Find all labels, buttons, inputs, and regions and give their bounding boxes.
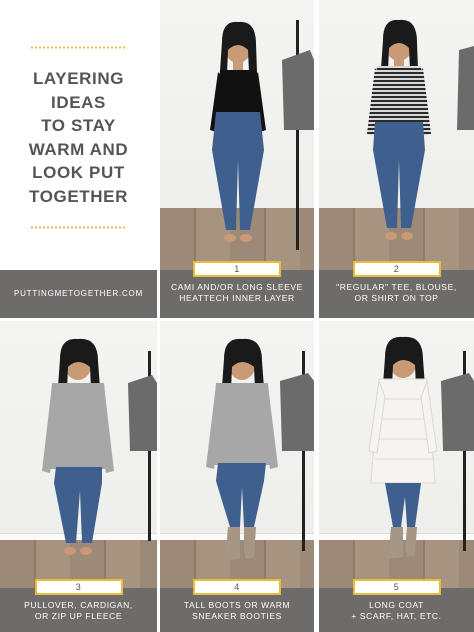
outfit-1-figure [210,20,314,250]
step-number-badge: 4 [193,579,281,595]
step-3-caption: 3 PULLOVER, CARDIGAN, OR ZIP UP FLEECE [0,579,157,632]
caption-line: CAMI AND/OR LONG SLEEVE [171,282,303,292]
step-5-panel: 5 LONG COAT + SCARF, HAT, ETC. [319,321,474,632]
step-4-panel: 4 TALL BOOTS OR WARM SNEAKER BOOTIES [160,321,314,632]
caption-line: OR SHIRT ON TOP [354,293,439,303]
step-4-caption: 4 TALL BOOTS OR WARM SNEAKER BOOTIES [160,579,314,632]
step-5-caption: 5 LONG COAT + SCARF, HAT, ETC. [319,579,474,632]
step-number-badge: 5 [352,579,441,595]
title-block: LAYERING IDEAS TO STAY WARM AND LOOK PUT… [0,0,157,270]
title-line: TOGETHER [29,186,128,206]
title-line: TO STAY [41,116,116,135]
step-number-badge: 2 [352,261,441,277]
step-1-caption: 1 CAMI AND/OR LONG SLEEVE HEATTECH INNER… [160,261,314,318]
step-2-caption: 2 "REGULAR" TEE, BLOUSE, OR SHIRT ON TOP [319,261,474,318]
title-line: IDEAS [51,92,106,112]
title-line: WARM AND [28,139,129,159]
caption-line: "REGULAR" TEE, BLOUSE, [336,282,457,292]
caption-line: OR ZIP UP FLEECE [34,611,123,621]
page-title: LAYERING IDEAS TO STAY WARM AND LOOK PUT… [6,67,151,208]
step-1-panel: 1 CAMI AND/OR LONG SLEEVE HEATTECH INNER… [160,0,314,318]
title-line: LAYERING [32,69,125,88]
step-3-panel: 3 PULLOVER, CARDIGAN, OR ZIP UP FLEECE [0,321,157,632]
caption-line: HEATTECH INNER LAYER [179,293,295,303]
outfit-2-figure [367,19,474,240]
top-dot-divider [30,46,127,49]
bottom-dot-divider [30,226,127,229]
step-number-badge: 1 [193,261,281,277]
title-line: LOOK PUT [32,163,125,182]
caption-line: + SCARF, HAT, ETC. [351,611,442,621]
outfit-4-figure [206,338,314,561]
caption-line: PULLOVER, CARDIGAN, [24,600,133,610]
caption-line: SNEAKER BOOTIES [192,611,282,621]
outfit-5-figure [368,336,474,559]
outfit-3-figure [42,338,157,555]
caption-line: LONG COAT [369,600,424,610]
website-label[interactable]: PUTTINGMETOGETHER.COM [0,270,157,318]
step-2-panel: 2 "REGULAR" TEE, BLOUSE, OR SHIRT ON TOP [319,0,474,318]
caption-line: TALL BOOTS OR WARM [183,600,291,610]
step-number-badge: 3 [34,579,123,595]
